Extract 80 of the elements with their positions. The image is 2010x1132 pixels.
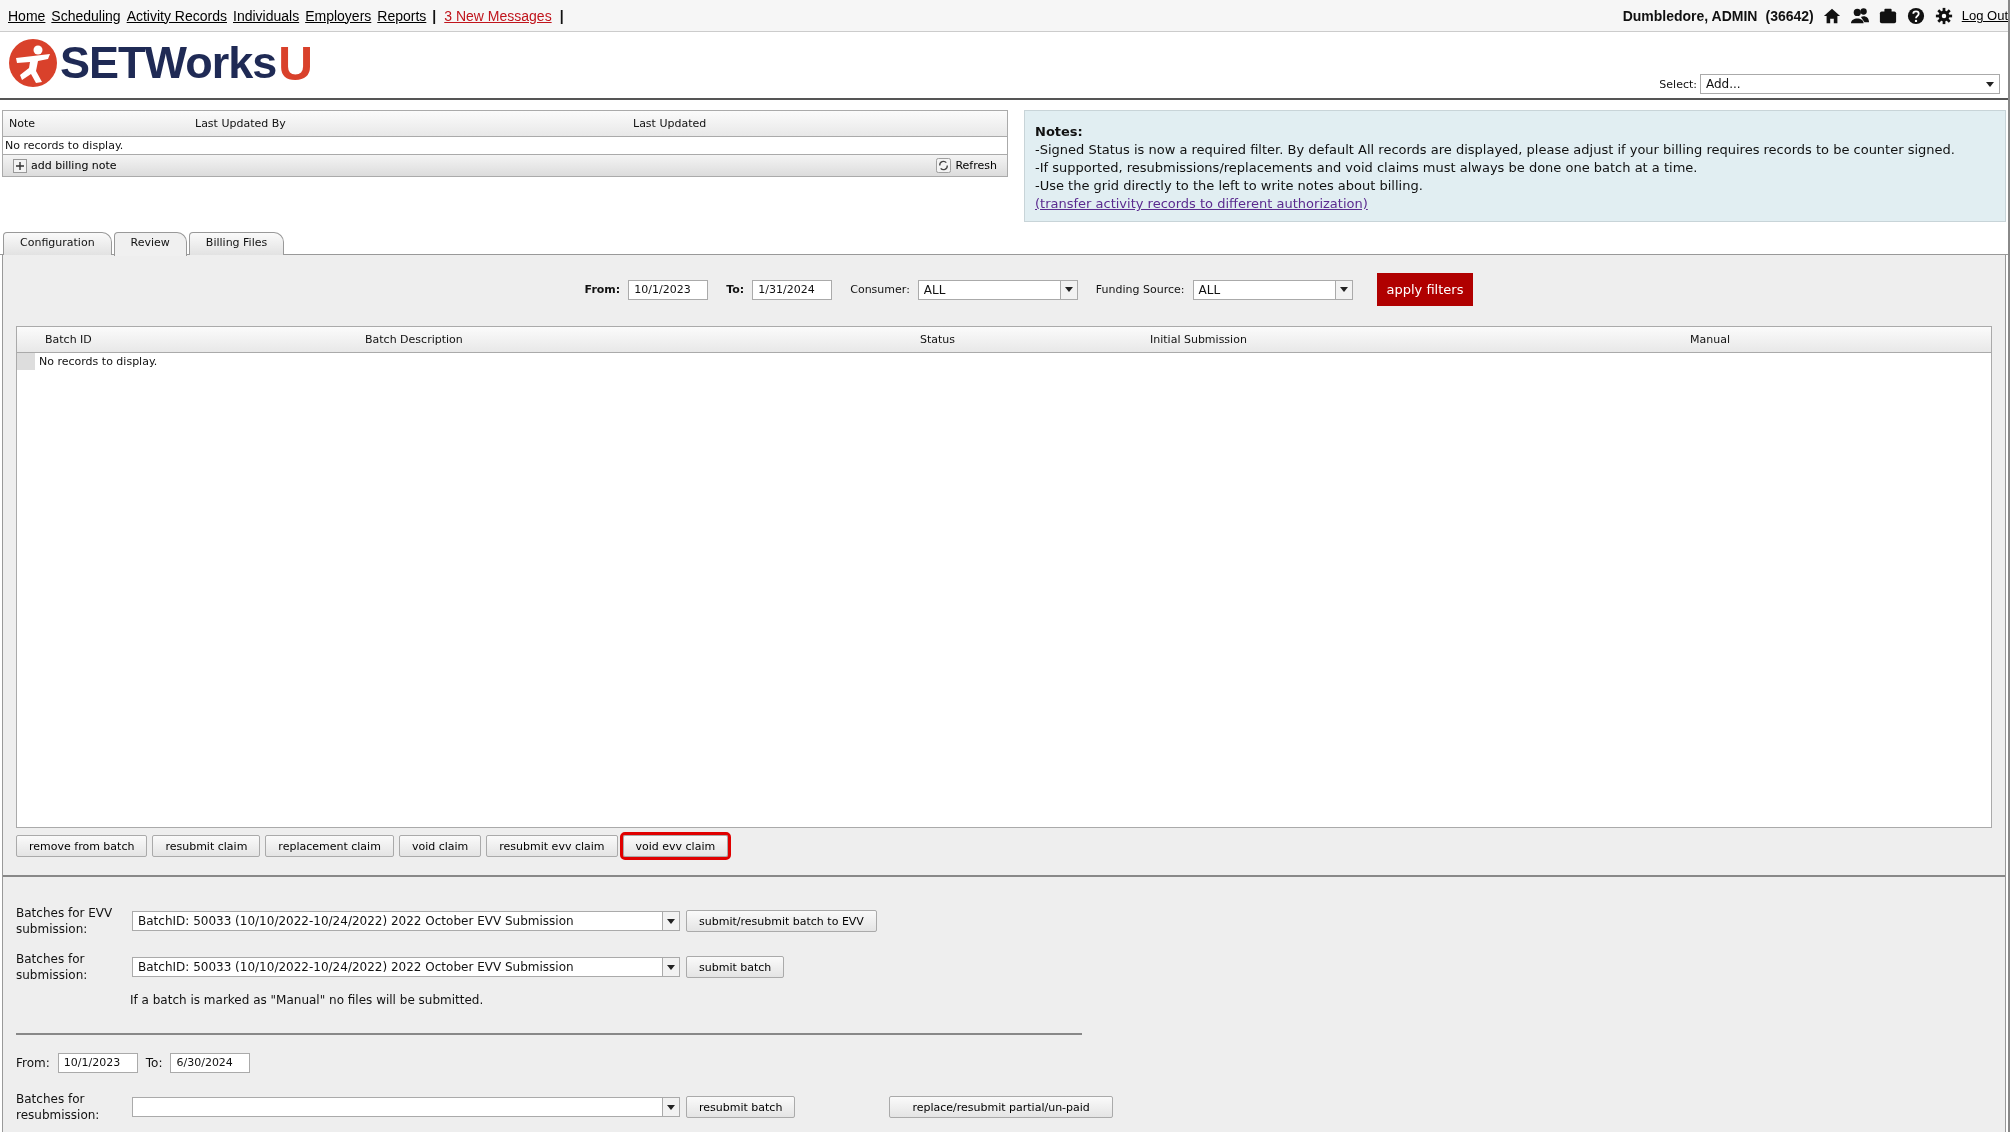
column-header: Batch ID — [45, 333, 93, 346]
briefcase-icon[interactable] — [1877, 6, 1898, 25]
empty-message: No records to display. — [5, 139, 124, 152]
note-text: -Use the grid directly to the left to write notes about billing. — [1035, 177, 1424, 195]
column-header: Last Updated — [632, 117, 707, 130]
nav-link[interactable]: Scheduling — [51, 7, 121, 24]
action-button[interactable]: replacement claim — [265, 835, 394, 857]
messages-link[interactable]: 3 New Messages — [444, 7, 552, 24]
batch-dropdown[interactable]: BatchID: 50033 (10/10/2022-10/24/2022) 2022 October EVV Submission — [132, 911, 680, 931]
plus-icon — [13, 158, 27, 173]
batch-dropdown[interactable]: BatchID: 50033 (10/10/2022-10/24/2022) 2022 October EVV Submission — [132, 957, 680, 977]
from-label: From: — [16, 1056, 50, 1070]
dropdown-arrow-icon — [1064, 287, 1073, 292]
user-name: Dumbledore, ADMIN — [1622, 7, 1758, 24]
transfer-link[interactable]: (transfer activity records to different authorization) — [1035, 196, 1368, 211]
select-label: Select: — [1659, 77, 1697, 91]
dropdown-arrow-icon — [1339, 287, 1348, 292]
row-selector — [17, 353, 35, 370]
apply-filters-button[interactable]: apply filters — [1376, 273, 1474, 306]
add-dropdown[interactable]: Add... — [1700, 74, 2000, 94]
nav-link[interactable]: Individuals — [233, 7, 300, 24]
column-header: Batch Description — [365, 333, 464, 346]
action-button[interactable]: remove from batch — [16, 835, 148, 857]
from-label: From: — [584, 283, 621, 296]
partial-resubmit-button[interactable]: replace/resubmit partial/un-paid — [889, 1096, 1113, 1118]
action-button[interactable]: resubmit evv claim — [486, 835, 618, 857]
to-date-field[interactable]: 1/31/2024 — [752, 279, 833, 300]
home-icon[interactable] — [1821, 6, 1842, 25]
logo-icon — [8, 38, 58, 88]
nav-link[interactable]: Home — [8, 7, 46, 24]
action-button[interactable]: void evv claim — [622, 835, 729, 857]
submit-button[interactable]: submit/resubmit batch to EVV — [686, 910, 877, 932]
dropdown-arrow-icon — [667, 1104, 675, 1110]
consumer-dropdown[interactable]: ALL — [917, 279, 1078, 300]
from-date-field[interactable]: 10/1/2023 — [628, 279, 709, 300]
logo-text: SETWorks — [60, 37, 277, 89]
to-label: To: — [726, 283, 745, 296]
separator: | — [432, 7, 437, 24]
column-header: Status — [920, 333, 957, 346]
submission-label: Batches for submission: — [16, 951, 89, 983]
column-header: Manual — [1690, 333, 1731, 346]
resubmission-label: Batches for resubmission: — [16, 1091, 101, 1123]
separator: | — [559, 7, 564, 24]
nav-link[interactable]: Activity Records — [126, 7, 227, 24]
note-text: -Signed Status is now a required filter. By default All records are displayed, please adjust if your billing requires records to be counter signed. — [1035, 141, 1956, 159]
nav-link[interactable]: Employers — [305, 7, 372, 24]
logo-letter: U — [278, 35, 313, 91]
people-icon[interactable] — [1849, 6, 1870, 25]
column-header: Last Updated By — [194, 117, 287, 130]
funding-source-dropdown[interactable]: ALL — [1192, 279, 1353, 300]
dropdown-arrow-icon — [1986, 81, 1994, 87]
to-date-field[interactable]: 6/30/2024 — [170, 1053, 251, 1073]
dropdown-arrow-icon — [667, 964, 675, 970]
tab[interactable]: Billing Files — [188, 232, 285, 255]
submission-label: Batches for EVV submission: — [16, 905, 114, 937]
user-id: (36642) — [1765, 7, 1814, 24]
column-header: Note — [8, 117, 37, 130]
settings-icon[interactable] — [1933, 6, 1954, 25]
to-label: To: — [145, 1056, 163, 1070]
empty-message: No records to display. — [39, 355, 158, 368]
dropdown-arrow-icon — [667, 918, 675, 924]
resubmit-batch-button[interactable]: resubmit batch — [686, 1096, 796, 1118]
refresh-button[interactable]: Refresh — [936, 158, 997, 173]
refresh-icon — [936, 158, 952, 173]
from-date-field[interactable]: 10/1/2023 — [57, 1053, 138, 1073]
consumer-label: Consumer: — [850, 283, 910, 296]
tab[interactable]: Review — [113, 232, 187, 256]
action-button[interactable]: resubmit claim — [152, 835, 261, 857]
note-text: -If supported, resubmissions/replacements and void claims must always be done one batch at a time. — [1035, 159, 1699, 177]
notes-title: Notes: — [1035, 123, 1084, 141]
manual-note: If a batch is marked as "Manual" no files will be submitted. — [129, 993, 485, 1007]
tab[interactable]: Configuration — [3, 232, 112, 255]
nav-link[interactable]: Reports — [377, 7, 427, 24]
funding-source-label: Funding Source: — [1095, 283, 1185, 296]
help-icon[interactable] — [1905, 6, 1926, 25]
logout-link[interactable]: Log Out — [1961, 8, 2008, 23]
submit-button[interactable]: submit batch — [686, 956, 785, 978]
action-button[interactable]: void claim — [398, 835, 482, 857]
add-note-button[interactable]: add billing note — [13, 158, 117, 173]
column-header: Initial Submission — [1150, 333, 1248, 346]
